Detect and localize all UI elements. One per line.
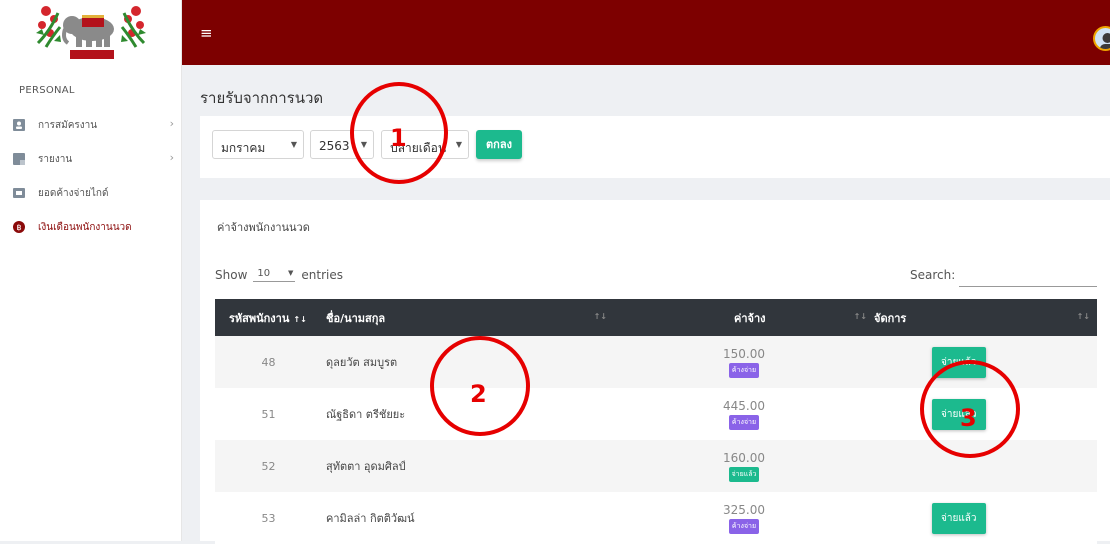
page-length-value: 10 bbox=[257, 268, 270, 279]
search-label: Search: bbox=[910, 268, 955, 282]
filter-card: มกราคม ▼ 2563 ▼ ปลายเดือน ▼ ตกลง bbox=[200, 116, 1110, 178]
sort-asc-icon: ↑↓ bbox=[293, 315, 306, 324]
page-length-control: Show 10 ▼ entries bbox=[215, 268, 343, 282]
status-badge: ค้างจ่าย bbox=[729, 519, 759, 534]
caret-down-icon: ▼ bbox=[456, 140, 462, 149]
wage-cell: 445.00 ค้างจ่าย bbox=[614, 388, 874, 440]
sort-icon: ↑↓ bbox=[1077, 312, 1090, 321]
sidebar-item-massage-salary[interactable]: ฿ เงินเดือนพนักงานนวด bbox=[0, 210, 181, 244]
employee-id-cell: 48 bbox=[215, 336, 322, 388]
sidebar-section-label: PERSONAL bbox=[0, 64, 181, 108]
column-header-name[interactable]: ชื่อ/นามสกุล ↑↓ bbox=[322, 299, 614, 336]
entries-label: entries bbox=[301, 268, 343, 282]
column-header-label: ค่าจ้าง bbox=[734, 312, 766, 325]
submit-button[interactable]: ตกลง bbox=[476, 130, 522, 159]
wage-cell: 160.00 จ่ายแล้ว bbox=[614, 440, 874, 492]
svg-text:฿: ฿ bbox=[16, 223, 21, 232]
menu-icon[interactable]: ≡ bbox=[200, 24, 213, 42]
year-select-value: 2563 bbox=[319, 139, 350, 153]
caret-down-icon: ▼ bbox=[291, 140, 297, 149]
page-length-select[interactable]: 10 ▼ bbox=[253, 268, 295, 282]
wage-amount: 325.00 bbox=[614, 503, 874, 517]
sidebar-item-label: ยอดค้างจ่ายไกด์ bbox=[38, 186, 108, 201]
table-row: 53 คามิลล่า กิตติวัฒน์ 325.00 ค้างจ่าย จ… bbox=[215, 492, 1097, 544]
column-header-label: ชื่อ/นามสกุล bbox=[326, 312, 385, 325]
column-header-wage[interactable]: ค่าจ้าง ↑↓ bbox=[614, 299, 874, 336]
avatar-image bbox=[1095, 28, 1110, 51]
column-header-label: จัดการ bbox=[874, 312, 906, 325]
status-badge: จ่ายแล้ว bbox=[729, 467, 760, 482]
annotation-number-1: 1 bbox=[390, 124, 407, 152]
sidebar-item-label: รายงาน bbox=[38, 152, 72, 167]
month-select[interactable]: มกราคม ▼ bbox=[212, 130, 304, 159]
sidebar-item-job-application[interactable]: การสมัครงาน › bbox=[0, 108, 181, 142]
status-badge: ค้างจ่าย bbox=[729, 415, 759, 430]
report-icon bbox=[13, 153, 25, 165]
mark-paid-button[interactable]: จ่ายแล้ว bbox=[932, 503, 986, 534]
sidebar-item-label: การสมัครงาน bbox=[38, 118, 97, 133]
employee-id-cell: 53 bbox=[215, 492, 322, 544]
caret-down-icon: ▼ bbox=[288, 269, 293, 277]
card-title: ค่าจ้างพนักงานนวด bbox=[217, 218, 310, 236]
employee-name-cell: คามิลล่า กิตติวัฒน์ bbox=[322, 492, 614, 544]
annotation-number-3: 3 bbox=[960, 404, 977, 432]
column-header-manage[interactable]: จัดการ ↑↓ bbox=[874, 299, 1097, 336]
chevron-right-icon: › bbox=[170, 117, 174, 130]
month-select-value: มกราคม bbox=[221, 141, 265, 155]
sort-icon: ↑↓ bbox=[854, 312, 867, 321]
sidebar-item-guide-outstanding[interactable]: ยอดค้างจ่ายไกด์ bbox=[0, 176, 181, 210]
chevron-right-icon: › bbox=[170, 151, 174, 164]
wage-cell: 325.00 ค้างจ่าย bbox=[614, 492, 874, 544]
employee-id-cell: 51 bbox=[215, 388, 322, 440]
employee-id-cell: 52 bbox=[215, 440, 322, 492]
wage-amount: 150.00 bbox=[614, 347, 874, 361]
sidebar-item-report[interactable]: รายงาน › bbox=[0, 142, 181, 176]
baht-coin-icon: ฿ bbox=[13, 221, 25, 233]
wage-amount: 160.00 bbox=[614, 451, 874, 465]
annotation-number-2: 2 bbox=[470, 380, 487, 408]
employee-name-cell: สุทัตตา อุดมศิลป์ bbox=[322, 440, 614, 492]
wage-amount: 445.00 bbox=[614, 399, 874, 413]
show-label: Show bbox=[215, 268, 247, 282]
user-card-icon bbox=[13, 119, 25, 131]
search-input[interactable] bbox=[959, 282, 1097, 287]
logo-area bbox=[0, 0, 181, 64]
chang-daeng-logo[interactable] bbox=[32, 3, 150, 61]
wallet-icon bbox=[13, 187, 25, 199]
table-header-row: รหัสพนักงาน ↑↓ ชื่อ/นามสกุล ↑↓ ค่าจ้าง ↑↓ จ… bbox=[215, 299, 1097, 336]
page-title: รายรับจากการนวด bbox=[200, 86, 323, 110]
user-avatar[interactable] bbox=[1093, 26, 1110, 51]
sidebar-item-label: เงินเดือนพนักงานนวด bbox=[38, 220, 132, 235]
column-header-label: รหัสพนักงาน bbox=[229, 312, 289, 325]
status-badge: ค้างจ่าย bbox=[729, 363, 759, 378]
column-header-employee-id[interactable]: รหัสพนักงาน ↑↓ bbox=[215, 299, 322, 336]
wage-cell: 150.00 ค้างจ่าย bbox=[614, 336, 874, 388]
topbar: ≡ bbox=[182, 0, 1110, 65]
sidebar: PERSONAL การสมัครงาน › รายงาน › ยอดค้างจ… bbox=[0, 0, 182, 541]
action-cell: จ่ายแล้ว bbox=[874, 492, 1097, 544]
sort-icon: ↑↓ bbox=[594, 312, 607, 321]
